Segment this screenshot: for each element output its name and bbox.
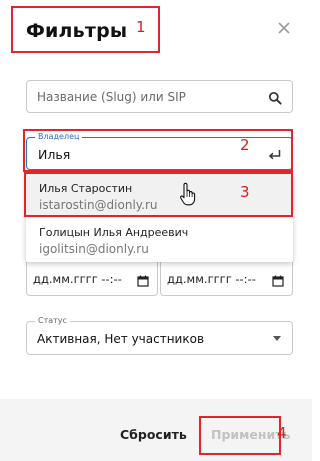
reset-button[interactable]: Сбросить: [120, 427, 187, 442]
search-input[interactable]: Название (Slug) или SIP: [26, 80, 293, 113]
status-value: Активная, Нет участников: [37, 332, 205, 346]
suggestion-item[interactable]: Голицын Илья Андреевич igolitsin@dionly.…: [26, 218, 293, 262]
status-select[interactable]: Статус Активная, Нет участников: [26, 316, 293, 355]
annotation-number-1: 1: [136, 18, 146, 36]
search-icon[interactable]: [268, 90, 282, 105]
search-placeholder: Название (Slug) или SIP: [37, 90, 186, 104]
annotation-box-4: [199, 416, 281, 455]
suggestion-name: Голицын Илья Андреевич: [39, 226, 189, 239]
date-to-value: дд.мм.гггг --:--: [167, 272, 256, 286]
annotation-number-2: 2: [240, 136, 250, 154]
annotation-box-3: [24, 172, 293, 217]
date-to-field[interactable]: дд.мм.гггг --:--: [160, 262, 293, 296]
annotation-box-2: [23, 129, 293, 172]
annotation-number-4: 4: [277, 424, 287, 442]
close-icon[interactable]: [274, 18, 294, 38]
chevron-down-icon: [273, 336, 281, 341]
status-label: Статус: [35, 316, 70, 326]
date-from-value: дд.мм.гггг --:--: [33, 272, 122, 286]
date-from-field[interactable]: дд.мм.гггг --:--: [26, 262, 158, 296]
annotation-number-3: 3: [240, 183, 250, 201]
calendar-icon[interactable]: [137, 272, 149, 287]
suggestion-email: igolitsin@dionly.ru: [39, 242, 149, 256]
calendar-icon[interactable]: [272, 272, 284, 287]
